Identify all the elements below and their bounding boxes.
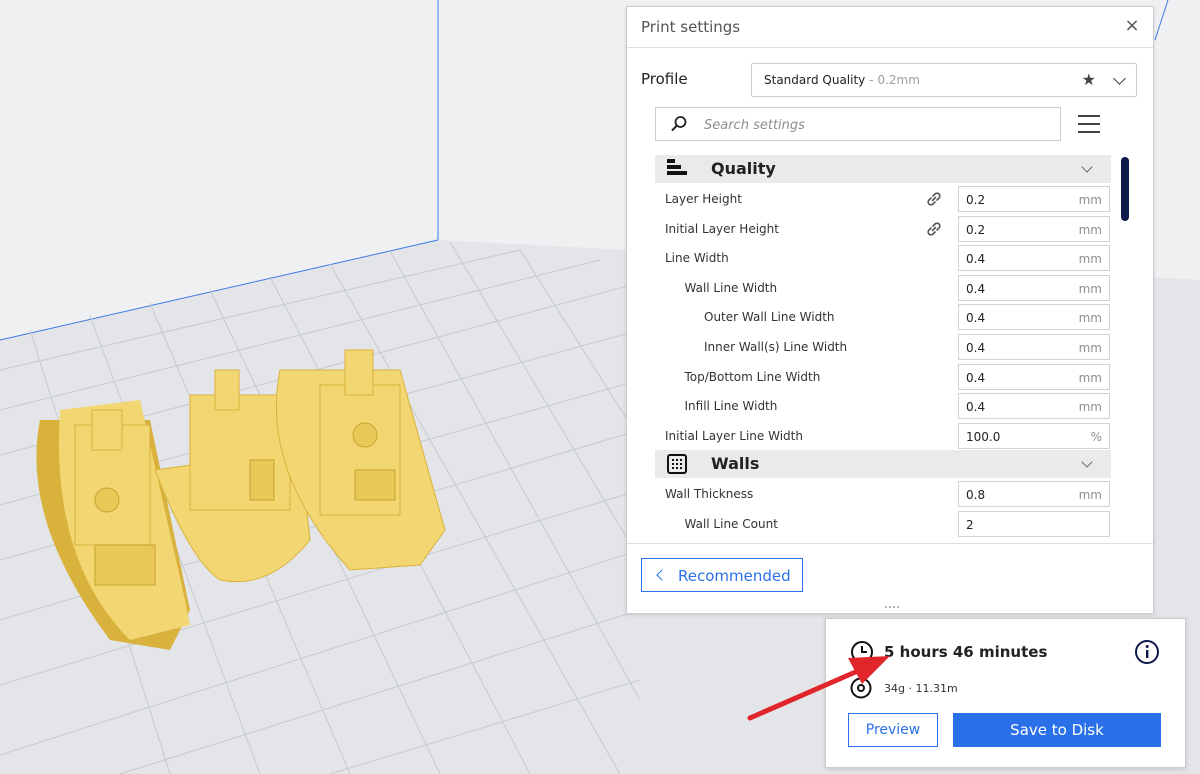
search-icon	[671, 116, 687, 132]
category-label: Quality	[711, 159, 776, 178]
search-box[interactable]	[655, 107, 1061, 141]
info-icon[interactable]	[1134, 639, 1160, 665]
print-settings-panel: Print settings × Profile Standard Qualit…	[626, 6, 1154, 614]
settings-scrollbar[interactable]	[1121, 157, 1129, 221]
profile-layer-height: - 0.2mm	[869, 73, 920, 87]
category-walls[interactable]: Walls	[655, 450, 1111, 479]
setting-value: 0.4	[966, 311, 986, 326]
setting-input[interactable]: 0.8 mm	[958, 481, 1110, 508]
setting-input[interactable]: 0.2 mm	[958, 186, 1110, 212]
setting-unit: mm	[1078, 311, 1102, 326]
setting-input[interactable]: 0.4 mm	[958, 363, 1110, 390]
hamburger-menu-icon[interactable]	[1078, 115, 1100, 133]
chevron-down-icon[interactable]	[1081, 161, 1093, 173]
setting-row: Infill Line Width 0.4 mm	[655, 391, 1111, 421]
setting-label: Wall Line Width	[684, 280, 778, 295]
setting-label: Layer Height	[665, 192, 742, 206]
setting-label: Initial Layer Height	[665, 221, 779, 236]
setting-value: 0.4	[966, 281, 986, 296]
setting-row: Inner Wall(s) Line Width 0.4 mm	[655, 332, 1111, 362]
panel-footer: Recommended	[627, 543, 1153, 614]
save-to-disk-label: Save to Disk	[1010, 721, 1104, 739]
setting-label: Line Width	[665, 251, 729, 266]
setting-label: Inner Wall(s) Line Width	[704, 339, 848, 354]
link-icon[interactable]	[925, 190, 943, 208]
setting-value: 100.0	[966, 429, 1001, 444]
setting-row: Line Width 0.4 mm	[655, 243, 1111, 273]
setting-unit: mm	[1078, 222, 1102, 237]
setting-value: 0.2	[966, 222, 986, 237]
setting-unit: mm	[1078, 400, 1102, 415]
setting-row: Layer Height 0.2 mm	[655, 184, 1111, 214]
chevron-left-icon	[656, 569, 668, 581]
category-quality[interactable]: Quality	[655, 155, 1111, 183]
setting-value: 0.4	[966, 400, 986, 415]
setting-unit: mm	[1078, 370, 1102, 385]
panel-header: Print settings ×	[627, 7, 1153, 48]
profile-name: Standard Quality - 0.2mm	[764, 73, 920, 87]
print-time: 5 hours 46 minutes	[884, 643, 1048, 661]
setting-value: 2	[966, 517, 974, 532]
setting-value: 0.4	[966, 340, 986, 355]
settings-list: Quality Layer Height 0.2 mm Initial Layer He…	[655, 155, 1111, 543]
setting-value: 0.4	[966, 252, 986, 267]
setting-label: Top/Bottom Line Width	[684, 369, 821, 384]
setting-row: Wall Line Count 2	[655, 509, 1111, 539]
panel-title: Print settings	[641, 18, 741, 36]
setting-row: Top/Bottom Line Width 0.4 mm	[655, 362, 1111, 392]
setting-value: 0.2	[966, 193, 986, 207]
setting-input[interactable]: 0.4 mm	[958, 274, 1110, 301]
category-label: Walls	[711, 454, 760, 474]
close-icon[interactable]: ×	[1121, 15, 1143, 37]
setting-input[interactable]: 0.2 mm	[958, 215, 1110, 242]
setting-unit: mm	[1078, 340, 1102, 355]
profile-dropdown[interactable]: Standard Quality - 0.2mm ★	[751, 63, 1137, 97]
annotation-arrow	[747, 656, 890, 721]
setting-input[interactable]: 100.0%	[958, 422, 1110, 449]
chevron-down-icon[interactable]	[1081, 456, 1093, 469]
setting-row: Wall Thickness 0.8 mm	[655, 479, 1111, 509]
search-input[interactable]	[702, 114, 1046, 136]
setting-label: Wall Thickness	[665, 487, 754, 502]
setting-unit: mm	[1078, 193, 1102, 207]
walls-grid-icon	[667, 454, 687, 475]
chevron-down-icon[interactable]	[1113, 72, 1126, 85]
setting-row: Outer Wall Line Width 0.4 mm	[655, 302, 1111, 332]
quality-bars-icon	[667, 159, 687, 175]
star-icon[interactable]: ★	[1082, 70, 1096, 89]
setting-value: 0.8	[966, 488, 986, 503]
setting-input[interactable]: 0.4 mm	[958, 304, 1110, 331]
save-to-disk-button[interactable]: Save to Disk	[953, 713, 1161, 747]
setting-input[interactable]: 0.4 mm	[958, 393, 1110, 420]
setting-unit: mm	[1078, 281, 1102, 296]
setting-label: Initial Layer Line Width	[665, 428, 803, 443]
setting-input[interactable]: 0.4 mm	[958, 245, 1110, 272]
setting-value: 0.4	[966, 370, 986, 385]
setting-row: Initial Layer Height 0.2 mm	[655, 214, 1111, 244]
setting-input[interactable]: 0.4 mm	[958, 333, 1110, 360]
setting-unit: mm	[1078, 252, 1102, 267]
setting-label: Outer Wall Line Width	[704, 310, 835, 325]
setting-row: Wall Line Width 0.4 mm	[655, 273, 1111, 303]
setting-input[interactable]: 2	[958, 510, 1110, 537]
setting-label: Infill Line Width	[684, 399, 778, 414]
setting-label: Wall Line Count	[684, 516, 778, 531]
profile-label: Profile	[641, 70, 688, 88]
setting-unit: mm	[1078, 488, 1102, 503]
setting-row: Initial Layer Line Width 100.0%	[655, 421, 1111, 451]
setting-unit: %	[1090, 429, 1102, 444]
recommended-button[interactable]: Recommended	[641, 558, 803, 592]
link-icon[interactable]	[925, 220, 943, 238]
recommended-label: Recommended	[678, 567, 791, 585]
resize-grip-icon[interactable]	[885, 606, 899, 611]
